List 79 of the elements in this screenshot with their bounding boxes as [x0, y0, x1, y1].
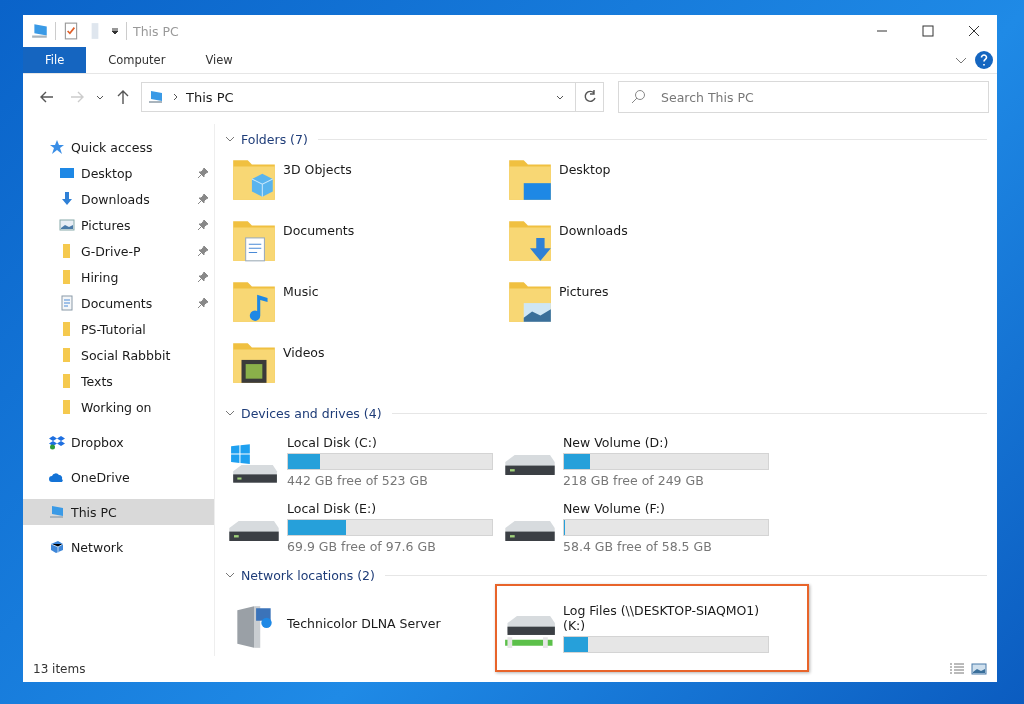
folder-item[interactable]: Music	[229, 276, 505, 337]
item-count: 13 items	[33, 662, 86, 676]
free-space-text: 218 GB free of 249 GB	[563, 472, 705, 488]
drive-item[interactable]: New Volume (F:) 58.4 GB free of 58.5 GB	[505, 494, 781, 560]
sidebar-item[interactable]: This PC	[23, 499, 214, 525]
network-drive-icon	[505, 616, 555, 648]
document-icon	[59, 295, 75, 311]
chevron-down-icon[interactable]	[225, 134, 235, 144]
pin-icon	[198, 246, 208, 256]
drive-name[interactable]: Local Disk (C:)	[287, 434, 493, 450]
sidebar-item[interactable]: Working on	[23, 394, 214, 420]
folder-item[interactable]: Desktop	[505, 154, 781, 215]
drive-item[interactable]: Local Disk (E:) 69.9 GB free of 97.6 GB	[229, 494, 505, 560]
large-icons-view-icon[interactable]	[971, 661, 987, 677]
sidebar-item[interactable]: Hiring	[23, 264, 214, 290]
drive-icon	[505, 521, 555, 541]
window-title: This PC	[133, 23, 179, 39]
folder-item[interactable]: Videos	[229, 337, 505, 398]
drive-name[interactable]: New Volume (D:)	[563, 434, 769, 450]
pin-icon	[198, 298, 208, 308]
drive-name[interactable]: Technicolor DLNA Server	[287, 615, 493, 631]
address-bar[interactable]: This PC	[141, 82, 576, 112]
network-icon	[49, 539, 65, 555]
address-path: This PC	[186, 89, 234, 105]
free-space-text: 58.4 GB free of 58.5 GB	[563, 538, 713, 554]
pin-icon	[198, 272, 208, 282]
sidebar-item[interactable]: OneDrive	[23, 464, 214, 490]
pin-icon	[198, 194, 208, 204]
drive-name[interactable]: Local Disk (E:)	[287, 500, 493, 516]
sidebar-item[interactable]: G-Drive-P	[23, 238, 214, 264]
ribbon-tab[interactable]: Computer	[86, 47, 184, 73]
picture-icon	[59, 217, 75, 233]
sidebar-item[interactable]: Quick access	[23, 134, 214, 160]
free-space-text: 69.9 GB free of 97.6 GB	[287, 538, 437, 554]
sidebar-item[interactable]: Network	[23, 534, 214, 560]
section-header[interactable]: Folders (7)	[241, 131, 308, 147]
section-header[interactable]: Network locations (2)	[241, 567, 375, 583]
drive-icon	[229, 521, 279, 541]
drive-item[interactable]: Technicolor DLNA Server	[229, 590, 505, 656]
sidebar-item[interactable]: Documents	[23, 290, 214, 316]
star-icon	[49, 139, 65, 155]
sidebar-item[interactable]: Texts	[23, 368, 214, 394]
refresh-button[interactable]	[576, 82, 604, 112]
computer-icon	[148, 89, 164, 105]
section-header[interactable]: Devices and drives (4)	[241, 405, 382, 421]
up-arrow-icon[interactable]	[115, 89, 131, 105]
folder-item[interactable]: 3D Objects	[229, 154, 505, 215]
caret-icon[interactable]	[110, 26, 120, 36]
search-field[interactable]: Search This PC	[618, 81, 989, 113]
ribbon-tab[interactable]: File	[23, 47, 87, 73]
dropbox-icon	[49, 434, 65, 450]
chevron-down-icon[interactable]	[225, 408, 235, 418]
folder-item[interactable]: Pictures	[505, 276, 781, 337]
sidebar-item[interactable]: Pictures	[23, 212, 214, 238]
chevron-down-icon[interactable]	[225, 570, 235, 580]
sidebar-item[interactable]: Desktop	[23, 160, 214, 186]
sidebar-item[interactable]: PS-Tutorial	[23, 316, 214, 342]
drive-item[interactable]: Local Disk (C:) 442 GB free of 523 GB	[229, 428, 505, 494]
download-arrow-icon	[59, 191, 75, 207]
search-icon	[630, 89, 646, 105]
folder-item[interactable]: Documents	[229, 215, 505, 276]
folder-item[interactable]: Downloads	[505, 215, 781, 276]
computer-icon	[49, 504, 65, 520]
sidebar-item[interactable]: Social Rabbbit	[23, 342, 214, 368]
sidebar-item[interactable]: Dropbox	[23, 429, 214, 455]
pin-icon	[198, 220, 208, 230]
drive-name[interactable]: New Volume (F:)	[563, 500, 769, 516]
help-icon[interactable]	[975, 51, 993, 69]
ribbon-tab[interactable]: View	[183, 47, 251, 73]
drive-icon	[505, 455, 555, 475]
computer-icon	[31, 22, 49, 40]
drive-name[interactable]: Log Files (\\DESKTOP-SIAQMO1) (K:)	[563, 603, 769, 633]
drive-item[interactable]: New Volume (D:) 218 GB free of 249 GB	[505, 428, 781, 494]
desktop-icon	[59, 165, 75, 181]
back-arrow-icon[interactable]	[39, 89, 55, 105]
properties-checklist-icon[interactable]	[62, 22, 80, 40]
free-space-text: 442 GB free of 523 GB	[287, 472, 429, 488]
pin-icon	[198, 168, 208, 178]
sidebar-item[interactable]: Downloads	[23, 186, 214, 212]
